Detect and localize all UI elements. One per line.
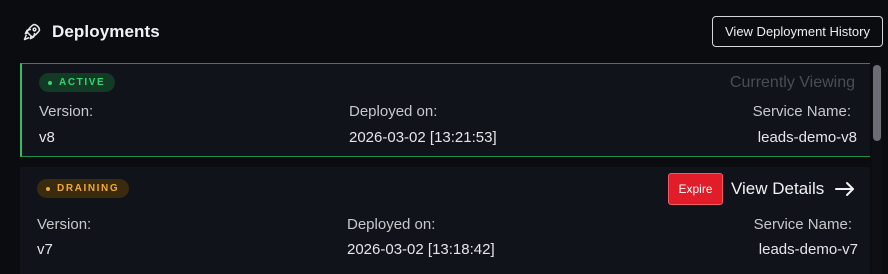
view-details-label: View Details [731, 179, 825, 198]
version-label: Version: [37, 216, 92, 233]
status-badge-active: ACTIVE [39, 73, 116, 92]
rocket-icon [23, 23, 41, 41]
currently-viewing-label: Currently Viewing [729, 74, 855, 91]
version-value: v8 [39, 129, 55, 146]
deployed-on-value: 2026-03-02 [13:18:42] [347, 241, 495, 258]
service-name-label: Service Name: [752, 103, 851, 120]
deployed-on-label: Deployed on: [349, 103, 438, 120]
service-name-label: Service Name: [753, 216, 852, 233]
deployment-card-active[interactable]: ACTIVE Currently Viewing Version: v8 Dep… [20, 63, 870, 157]
deployment-card-draining[interactable]: DRAINING Expire View Details Version: v7… [20, 167, 870, 274]
deployed-on-label: Deployed on: [347, 216, 436, 233]
expire-button[interactable]: Expire [668, 173, 723, 205]
deployments-panel: Deployments View Deployment History ACTI… [0, 0, 888, 274]
page-title: Deployments [52, 22, 160, 41]
arrow-right-icon [835, 182, 855, 196]
deployed-on-value: 2026-03-02 [13:21:53] [349, 129, 497, 146]
scrollbar-thumb[interactable] [873, 65, 881, 141]
status-badge-draining: DRAINING [37, 179, 130, 198]
deployment-list-scrollbar[interactable] [872, 63, 882, 274]
deployments-header: Deployments View Deployment History [0, 0, 888, 62]
version-label: Version: [39, 103, 94, 120]
view-deployment-history-button[interactable]: View Deployment History [712, 16, 883, 47]
view-details-link[interactable]: View Details [731, 177, 856, 201]
deployment-list: ACTIVE Currently Viewing Version: v8 Dep… [20, 63, 870, 274]
service-name-value: leads-demo-v7 [758, 241, 858, 258]
version-value: v7 [37, 241, 53, 258]
service-name-value: leads-demo-v8 [757, 129, 857, 146]
